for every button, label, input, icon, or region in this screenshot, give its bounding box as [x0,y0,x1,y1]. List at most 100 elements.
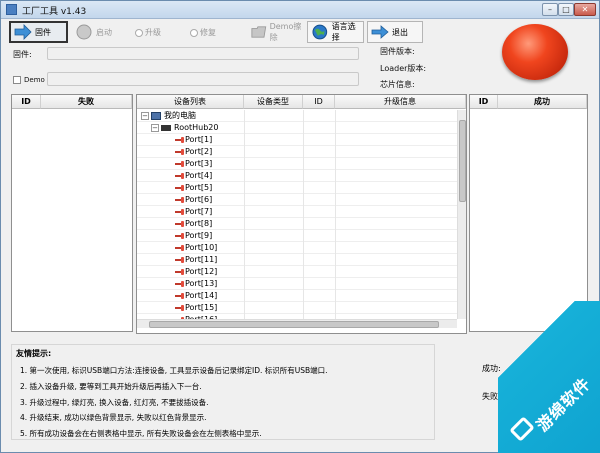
tree-row-port[interactable]: Port[7] [137,206,457,218]
device-col-id[interactable]: ID [303,95,335,109]
usb-port-icon [175,245,185,251]
demo-checkbox[interactable] [13,76,21,84]
usb-port-icon [175,161,185,167]
hints-title: 友情提示: [16,349,52,358]
tree-row-hub[interactable]: − RootHub20 [137,122,457,134]
hint-line: 5. 所有成功设备会在右侧表格中显示, 所有失败设备会在左侧表格中显示. [20,429,262,438]
port-label: Port[10] [185,243,218,252]
tree-row-port[interactable]: Port[2] [137,146,457,158]
upgrade-radio-label: 升级 [145,28,161,37]
collapse-icon[interactable]: − [151,124,159,132]
fail-table: ID 失败 [11,94,133,332]
demo-erase-button[interactable]: Demo擦除 [247,21,305,43]
upgrade-radio[interactable]: 升级 [135,27,161,38]
port-label: Port[2] [185,147,213,156]
tree-row-port[interactable]: Port[15] [137,302,457,314]
device-table: 设备列表 设备类型 ID 升级信息 − 我的电脑 − RootHub20 Por… [136,94,467,334]
usb-port-icon [175,281,185,287]
port-label: Port[8] [185,219,213,228]
globe-icon [312,24,328,40]
device-tree: − 我的电脑 − RootHub20 Port[1] Port[2] Port[3]… [137,110,457,319]
port-label: Port[13] [185,279,218,288]
language-button-label: 语言选择 [331,22,356,42]
hscroll-thumb[interactable] [149,321,439,328]
port-label: Port[11] [185,255,218,264]
collapse-icon[interactable]: − [141,112,149,120]
tree-row-port[interactable]: Port[1] [137,134,457,146]
repair-radio-label: 修复 [200,28,216,37]
usb-port-icon [175,221,185,227]
firmware-button[interactable]: 固件 [9,21,68,43]
usb-port-icon [175,233,185,239]
tree-row-port[interactable]: Port[3] [137,158,457,170]
language-button[interactable]: 语言选择 [307,21,364,43]
firmware-path-field[interactable] [47,47,359,60]
demo-erase-label: Demo擦除 [269,22,302,42]
port-label: Port[9] [185,231,213,240]
hint-line: 4. 升级结束, 成功以绿色背景显示, 失败以红色背景显示. [20,413,207,422]
port-label: Port[6] [185,195,213,204]
repair-radio-dot [190,28,198,37]
tree-row-root[interactable]: − 我的电脑 [137,110,457,122]
chip-info-label: 芯片信息: [380,80,415,89]
tree-row-port[interactable]: Port[9] [137,230,457,242]
maximize-button[interactable]: □ [558,3,574,16]
vscroll-thumb[interactable] [459,120,466,202]
usb-port-icon [175,293,185,299]
tree-row-port[interactable]: Port[5] [137,182,457,194]
tree-row-port[interactable]: Port[11] [137,254,457,266]
hint-line: 2. 插入设备升级, 要等到工具开始升级后再插入下一台. [20,382,202,391]
start-button-label: 启动 [96,27,112,37]
run-status-button[interactable] [502,24,568,80]
port-label: Port[7] [185,207,213,216]
tree-row-port[interactable]: Port[4] [137,170,457,182]
arrow-right-icon [14,24,32,40]
success-col-name[interactable]: 成功 [498,95,587,109]
tree-row-port[interactable]: Port[14] [137,290,457,302]
app-icon [6,4,17,15]
loader-version-label: Loader版本: [380,64,427,73]
device-col-list[interactable]: 设备列表 [137,95,244,109]
port-label: Port[3] [185,159,213,168]
tree-row-port[interactable]: Port[13] [137,278,457,290]
usb-port-icon [175,185,185,191]
usb-port-icon [175,137,185,143]
tree-row-port[interactable]: Port[12] [137,266,457,278]
usb-port-icon [175,209,185,215]
hint-line: 3. 升级过程中, 绿灯亮, 换入设备, 红灯亮, 不要拔插设备. [20,398,209,407]
tree-row-port[interactable]: Port[6] [137,194,457,206]
fail-col-name[interactable]: 失败 [41,95,132,109]
device-col-type[interactable]: 设备类型 [244,95,303,109]
watermark-text: 游绵软件 [532,373,595,436]
usb-port-icon [175,269,185,275]
device-col-upgrade-info[interactable]: 升级信息 [335,95,466,109]
window-title: 工厂工具 v1.43 [22,7,87,17]
port-label: Port[4] [185,171,213,180]
usb-hub-icon [161,125,171,131]
repair-radio[interactable]: 修复 [190,27,216,38]
device-table-vscrollbar[interactable] [457,110,466,319]
computer-icon [151,112,161,120]
port-label: Port[1] [185,135,213,144]
close-button[interactable]: ✕ [574,3,596,16]
usb-port-icon [175,173,185,179]
tree-row-port[interactable]: Port[10] [137,242,457,254]
watermark-badge: 游绵软件 [498,301,600,453]
exit-button-label: 退出 [392,27,408,37]
usb-port-icon [175,257,185,263]
demo-path-field[interactable] [47,72,359,86]
tree-row-port[interactable]: Port[8] [137,218,457,230]
power-icon [76,24,92,40]
app-window: 工厂工具 v1.43 – □ ✕ 固件 启动 升级 修复 Demo擦除 语言选择… [0,0,600,453]
start-button[interactable]: 启动 [71,21,123,43]
fail-col-id[interactable]: ID [12,95,41,109]
firmware-path-label: 固件: [13,50,32,59]
success-col-id[interactable]: ID [470,95,498,109]
usb-port-icon [175,305,185,311]
exit-button[interactable]: 退出 [367,21,423,43]
upgrade-radio-dot [135,28,143,37]
device-table-hscrollbar[interactable] [137,319,457,328]
firmware-version-label: 固件版本: [380,47,415,56]
port-label: Port[15] [185,303,218,312]
minimize-button[interactable]: – [542,3,558,16]
